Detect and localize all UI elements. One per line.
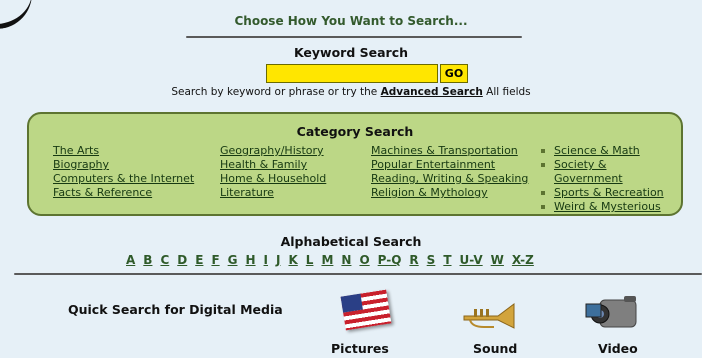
letter-link[interactable]: U-V [460,253,483,267]
letter-link[interactable]: P-Q [378,253,402,267]
letter-link[interactable]: A [126,253,135,267]
letter-link[interactable]: F [211,253,219,267]
category-link-religion-mythology[interactable]: Religion & Mythology [371,186,528,200]
category-column-2: Geography/History Health & Family Home &… [220,144,326,200]
category-link-computers-internet[interactable]: Computers & the Internet [53,172,194,186]
letter-link[interactable]: I [264,253,268,267]
quick-search-title: Quick Search for Digital Media [68,302,283,317]
category-link-biography[interactable]: Biography [53,158,194,172]
letter-link[interactable]: S [427,253,436,267]
advanced-search-link[interactable]: Advanced Search [381,86,483,98]
letter-link[interactable]: B [143,253,152,267]
category-link-facts-reference[interactable]: Facts & Reference [53,186,194,200]
divider [186,36,522,38]
flag-icon[interactable] [340,289,392,331]
category-link-reading-writing-speaking[interactable]: Reading, Writing & Speaking [371,172,528,186]
letter-link[interactable]: D [177,253,187,267]
category-column-4: Science & Math Society & Government Spor… [540,144,664,214]
category-link-health-family[interactable]: Health & Family [220,158,326,172]
letter-link[interactable]: C [160,253,169,267]
category-link-society-government[interactable]: Society & [540,158,664,172]
sound-link[interactable]: Sound [473,341,517,356]
category-column-1: The Arts Biography Computers & the Inter… [53,144,194,200]
keyword-search-title: Keyword Search [293,45,409,60]
category-link-geography-history[interactable]: Geography/History [220,144,326,158]
letter-link[interactable]: W [491,253,504,267]
letter-link[interactable]: R [409,253,418,267]
letter-link[interactable]: O [359,253,369,267]
trumpet-icon[interactable] [460,296,522,330]
category-column-3: Machines & Transportation Popular Entert… [371,144,528,200]
keyword-hint-text: Search by keyword or phrase or try the [171,86,378,98]
letter-link[interactable]: T [443,253,451,267]
letter-link[interactable]: M [321,253,333,267]
category-link-society-government-cont[interactable]: Government [540,172,664,186]
category-link-popular-entertainment[interactable]: Popular Entertainment [371,158,528,172]
pictures-link[interactable]: Pictures [331,341,389,356]
letter-link[interactable]: X-Z [512,253,534,267]
letter-link[interactable]: E [195,253,203,267]
keyword-hint: Search by keyword or phrase or try the A… [0,86,702,98]
category-link-weird-mysterious[interactable]: Weird & Mysterious [540,200,664,214]
letter-link[interactable]: N [341,253,351,267]
page-title: Choose How You Want to Search... [234,14,468,28]
letter-link[interactable]: K [288,253,297,267]
category-search-panel: Category Search The Arts Biography Compu… [27,112,683,216]
alphabet-links: A B C D E F G H I J K L M N O P-Q R S T … [126,253,534,267]
category-search-title: Category Search [296,124,414,139]
letter-link[interactable]: L [306,253,314,267]
video-camera-icon[interactable] [584,295,644,335]
letter-link[interactable]: H [246,253,256,267]
category-link-science-math[interactable]: Science & Math [540,144,664,158]
category-link-literature[interactable]: Literature [220,186,326,200]
letter-link[interactable]: G [228,253,238,267]
letter-link[interactable]: J [276,253,280,267]
category-link-sports-recreation[interactable]: Sports & Recreation [540,186,664,200]
keyword-hint-suffix: All fields [486,86,531,98]
category-link-machines-transportation[interactable]: Machines & Transportation [371,144,528,158]
go-button[interactable]: GO [440,64,468,83]
video-link[interactable]: Video [598,341,638,356]
category-link-home-household[interactable]: Home & Household [220,172,326,186]
keyword-search-input[interactable] [266,64,438,83]
alphabetical-search-title: Alphabetical Search [280,234,422,249]
keyword-search-form: GO [266,64,468,83]
divider [14,273,702,275]
category-link-the-arts[interactable]: The Arts [53,144,194,158]
